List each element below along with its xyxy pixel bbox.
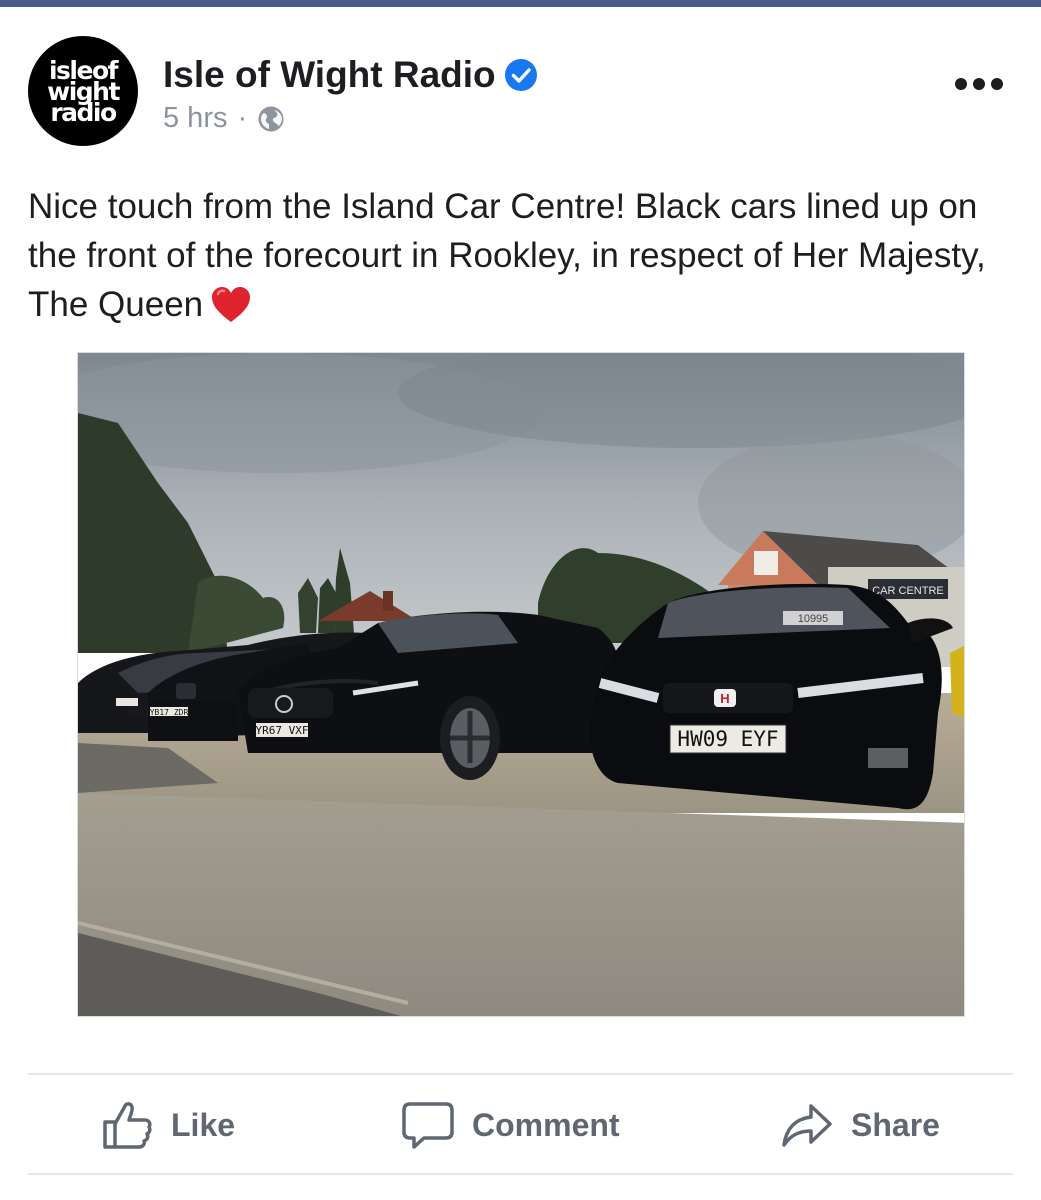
- post-meta: 5 hrs ·: [163, 102, 285, 135]
- post-photo[interactable]: CAR CENTRE LV18 GDF YB17 ZDR YR67 VXF 10…: [77, 352, 965, 1017]
- svg-text:H: H: [720, 691, 729, 706]
- like-button[interactable]: Like: [101, 1090, 235, 1160]
- plate-honda: HW09 EYF: [677, 727, 778, 751]
- share-label: Share: [851, 1106, 940, 1143]
- page-name-row: Isle of Wight Radio: [163, 54, 538, 96]
- post-message: Nice touch from the Island Car Centre! B…: [28, 182, 1018, 329]
- share-button[interactable]: Share: [781, 1090, 940, 1160]
- windscreen-price: 10995: [798, 613, 829, 625]
- post-actions: Like Comment Share: [28, 1090, 1013, 1160]
- thumbs-up-icon: [103, 1102, 152, 1149]
- plate-volvo: YR67 VXF: [256, 724, 309, 737]
- post-time[interactable]: 5 hrs: [163, 102, 227, 135]
- bottom-divider: [28, 1173, 1013, 1175]
- red-heart-icon: [212, 287, 251, 322]
- like-label: Like: [171, 1106, 236, 1143]
- meta-separator: ·: [237, 102, 248, 134]
- sign-text: CAR CENTRE: [872, 585, 944, 597]
- plate-bmw: YB17 ZDR: [150, 708, 189, 717]
- post-text: Nice touch from the Island Car Centre! B…: [28, 187, 986, 324]
- share-arrow-icon: [782, 1104, 832, 1147]
- comment-bubble-icon: [402, 1102, 454, 1149]
- comment-label: Comment: [472, 1106, 620, 1143]
- verified-badge-icon: [504, 58, 538, 92]
- top-bar: [0, 0, 1041, 7]
- page-avatar[interactable]: isleof wight radio: [28, 36, 138, 146]
- comment-button[interactable]: Comment: [402, 1090, 620, 1160]
- page-name[interactable]: Isle of Wight Radio: [163, 54, 496, 96]
- more-options-icon[interactable]: [955, 76, 1003, 92]
- post-header: isleof wight radio Isle of Wight Radio 5…: [28, 36, 1013, 148]
- globe-icon: [257, 105, 285, 133]
- actions-divider: [28, 1073, 1013, 1075]
- avatar-text-line-3: radio: [50, 97, 117, 127]
